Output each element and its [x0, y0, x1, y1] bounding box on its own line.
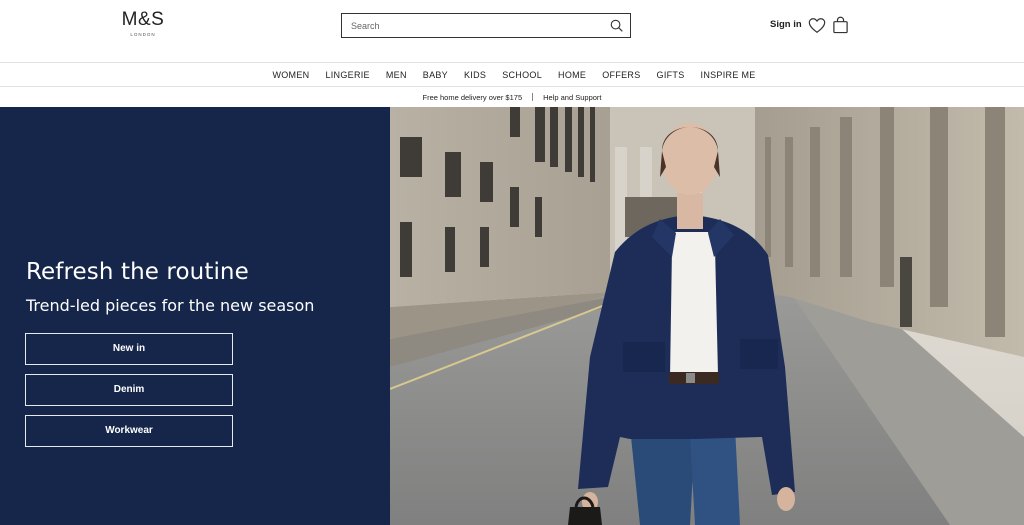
new-in-button[interactable]: New in [25, 333, 233, 365]
main-navigation: WOMEN LINGERIE MEN BABY KIDS SCHOOL HOME… [0, 62, 1024, 87]
hero-text-panel: Refresh the routine Trend-led pieces for… [0, 107, 390, 525]
nav-item-lingerie[interactable]: LINGERIE [317, 70, 377, 80]
nav-item-home[interactable]: HOME [550, 70, 594, 80]
info-bar: Free home delivery over $175 Help and Su… [0, 87, 1024, 107]
brand-logo[interactable]: M&S LONDON [112, 9, 174, 43]
search-input[interactable] [342, 14, 602, 37]
hero-photo-illustration [390, 107, 1024, 525]
nav-item-offers[interactable]: OFFERS [594, 70, 648, 80]
nav-item-kids[interactable]: KIDS [456, 70, 494, 80]
nav-item-inspire-me[interactable]: INSPIRE ME [693, 70, 764, 80]
heart-icon[interactable] [808, 17, 826, 34]
nav-item-baby[interactable]: BABY [415, 70, 456, 80]
hero-image[interactable] [390, 107, 1024, 525]
logo-subtitle: LONDON [130, 32, 156, 37]
search-bar [341, 13, 631, 38]
nav-item-gifts[interactable]: GIFTS [649, 70, 693, 80]
sign-in-link[interactable]: Sign in [770, 19, 802, 30]
info-divider [532, 93, 534, 101]
search-icon[interactable] [609, 18, 624, 33]
shopping-bag-icon[interactable] [832, 16, 849, 34]
nav-item-school[interactable]: SCHOOL [494, 70, 550, 80]
help-support-link[interactable]: Help and Support [543, 93, 601, 102]
hero-banner: Refresh the routine Trend-led pieces for… [0, 107, 1024, 525]
nav-item-men[interactable]: MEN [378, 70, 415, 80]
workwear-button[interactable]: Workwear [25, 415, 233, 447]
hero-subtitle: Trend-led pieces for the new season [26, 296, 315, 315]
logo-wordmark: M&S [121, 9, 165, 30]
hero-title: Refresh the routine [26, 259, 249, 285]
denim-button[interactable]: Denim [25, 374, 233, 406]
delivery-info-link[interactable]: Free home delivery over $175 [422, 93, 522, 102]
nav-item-women[interactable]: WOMEN [264, 70, 317, 80]
site-header: M&S LONDON Sign in [0, 0, 1024, 62]
nav-list: WOMEN LINGERIE MEN BABY KIDS SCHOOL HOME… [0, 63, 1024, 87]
